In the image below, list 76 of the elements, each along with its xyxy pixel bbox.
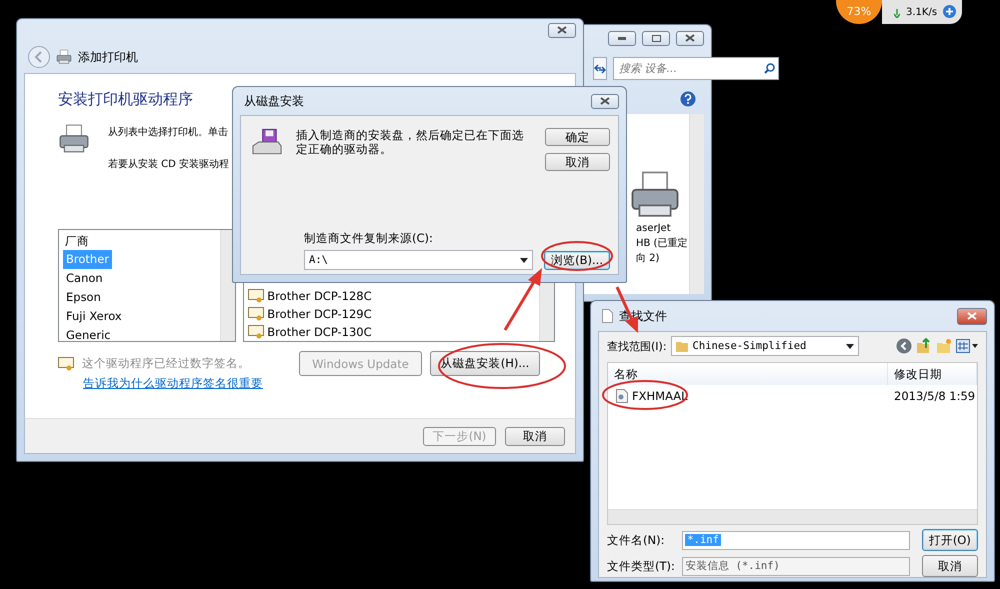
refresh-icon [594, 64, 606, 74]
source-combobox[interactable]: A:\ [304, 250, 534, 270]
maximize-icon [652, 34, 660, 42]
folder-icon [676, 340, 688, 352]
instruction-text: 若要从安装 CD 安装驱动程 [108, 158, 230, 171]
close-button[interactable] [676, 30, 704, 46]
instruction-text: 从列表中选择打印机。单击 [108, 126, 229, 139]
manufacturer-list[interactable]: 厂商 Brother Canon Epson Fuji Xerox Generic [58, 229, 236, 342]
certificate-icon [248, 324, 264, 339]
field-label: 制造商文件复制来源(C): [304, 231, 434, 246]
ok-button[interactable]: 确定 [545, 128, 610, 146]
close-button[interactable] [591, 94, 619, 108]
field-label: 查找范围(I): [607, 338, 667, 354]
printer-icon [58, 123, 90, 155]
printer-label: HB (已重定 [636, 236, 688, 251]
close-icon [557, 26, 567, 34]
help-link[interactable]: 告诉我为什么驱动程序签名很重要 [83, 376, 555, 391]
file-icon [616, 389, 628, 403]
scrollbar[interactable] [608, 509, 977, 524]
instruction-text: 插入制造商的安装盘，然后确定已在下面选定正确的驱动器。 [296, 128, 526, 158]
search-box[interactable]: 搜索 设备... [613, 57, 779, 80]
close-icon [600, 97, 610, 105]
caret-icon [846, 344, 854, 348]
printer-item[interactable]: Brother DCP-129C [267, 306, 372, 321]
printer-item[interactable]: Brother DCP-128C [267, 288, 372, 303]
annotation-arrow [504, 268, 542, 331]
minimize-icon [618, 36, 626, 40]
scrollbar[interactable] [220, 230, 236, 341]
file-type-combobox[interactable]: 安装信息 (*.inf) [682, 556, 910, 576]
help-icon[interactable] [680, 91, 696, 107]
printer-icon [56, 49, 72, 65]
back-icon[interactable] [896, 338, 912, 354]
signature-note: 这个驱动程序已经过数字签名。 [82, 356, 250, 371]
dialog-title: 从磁盘安装 [244, 92, 304, 110]
printer-item[interactable]: Brother DCP-130C [267, 324, 372, 339]
cancel-button[interactable]: 取消 [545, 153, 610, 171]
close-button[interactable] [957, 308, 987, 324]
cancel-button[interactable]: 取消 [922, 555, 978, 577]
manufacturer-item[interactable]: Epson [63, 288, 104, 307]
printer-label: aserJet [636, 222, 672, 236]
manufacturer-item[interactable]: Canon [63, 269, 106, 288]
scrollbar[interactable] [689, 114, 704, 294]
printer-label: 向 2) [636, 252, 660, 266]
caret-icon [520, 258, 528, 262]
column-header[interactable]: 修改日期 [888, 363, 977, 385]
manufacturer-item[interactable]: Generic [63, 326, 114, 341]
minimize-button[interactable] [608, 30, 636, 46]
certificate-icon [248, 306, 264, 321]
close-button[interactable] [548, 22, 576, 38]
view-menu-icon[interactable] [956, 339, 978, 353]
certificate-icon [248, 288, 264, 303]
refresh-button[interactable] [593, 57, 607, 80]
search-icon [764, 63, 775, 74]
up-folder-icon[interactable] [916, 338, 932, 354]
maximize-button[interactable] [642, 30, 670, 46]
manufacturer-item[interactable]: Fuji Xerox [63, 307, 125, 326]
field-label: 文件名(N): [607, 532, 666, 548]
close-icon [967, 312, 977, 320]
down-arrow-icon [894, 9, 900, 18]
close-icon [685, 34, 695, 42]
folder-combobox[interactable]: Chinese-Simplified [670, 336, 859, 356]
column-header: 厂商 [64, 233, 90, 250]
speed-text: 3.1K/s [906, 7, 938, 18]
browse-button[interactable]: 浏览(B)... [544, 250, 610, 270]
document-icon [602, 309, 613, 323]
date-cell-text: 2013/5/8 1:59 [893, 389, 976, 403]
open-button[interactable]: 打开(O) [922, 529, 978, 551]
plus-icon[interactable] [943, 5, 956, 18]
window-title: 添加打印机 [78, 48, 138, 66]
highlight-ellipse [541, 241, 613, 271]
cancel-button[interactable]: 取消 [505, 426, 565, 446]
have-disk-button[interactable]: 从磁盘安装(H)... [430, 351, 540, 376]
column-header[interactable]: 名称 [608, 363, 888, 385]
field-label: 文件类型(T): [607, 558, 676, 574]
certificate-icon [58, 356, 74, 370]
page-heading: 安装打印机驱动程序 [58, 90, 193, 109]
